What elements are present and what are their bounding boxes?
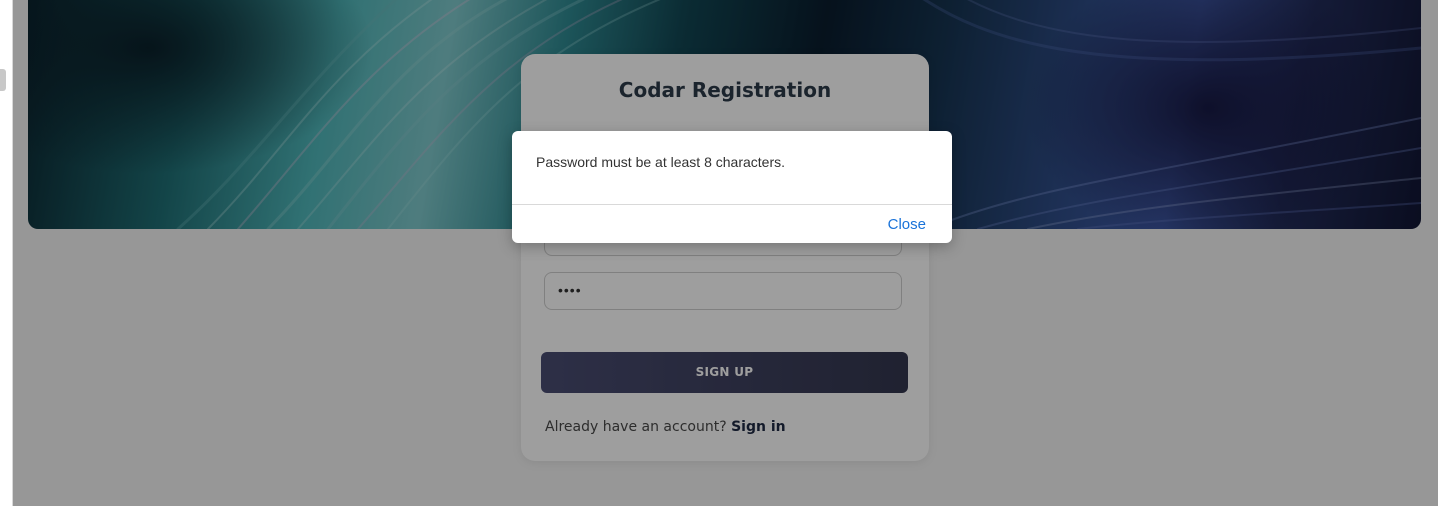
alert-dialog: Password must be at least 8 characters. … [512, 131, 952, 243]
dialog-divider [512, 204, 952, 205]
modal-backdrop[interactable] [13, 0, 1438, 506]
left-sidebar [0, 0, 13, 506]
dialog-message: Password must be at least 8 characters. [536, 154, 785, 170]
main-content: Codar Registration •••• SIGN UP Already … [13, 0, 1438, 506]
close-button[interactable]: Close [888, 216, 926, 233]
page: Codar Registration •••• SIGN UP Already … [0, 0, 1438, 506]
sidebar-handle[interactable] [0, 69, 6, 91]
